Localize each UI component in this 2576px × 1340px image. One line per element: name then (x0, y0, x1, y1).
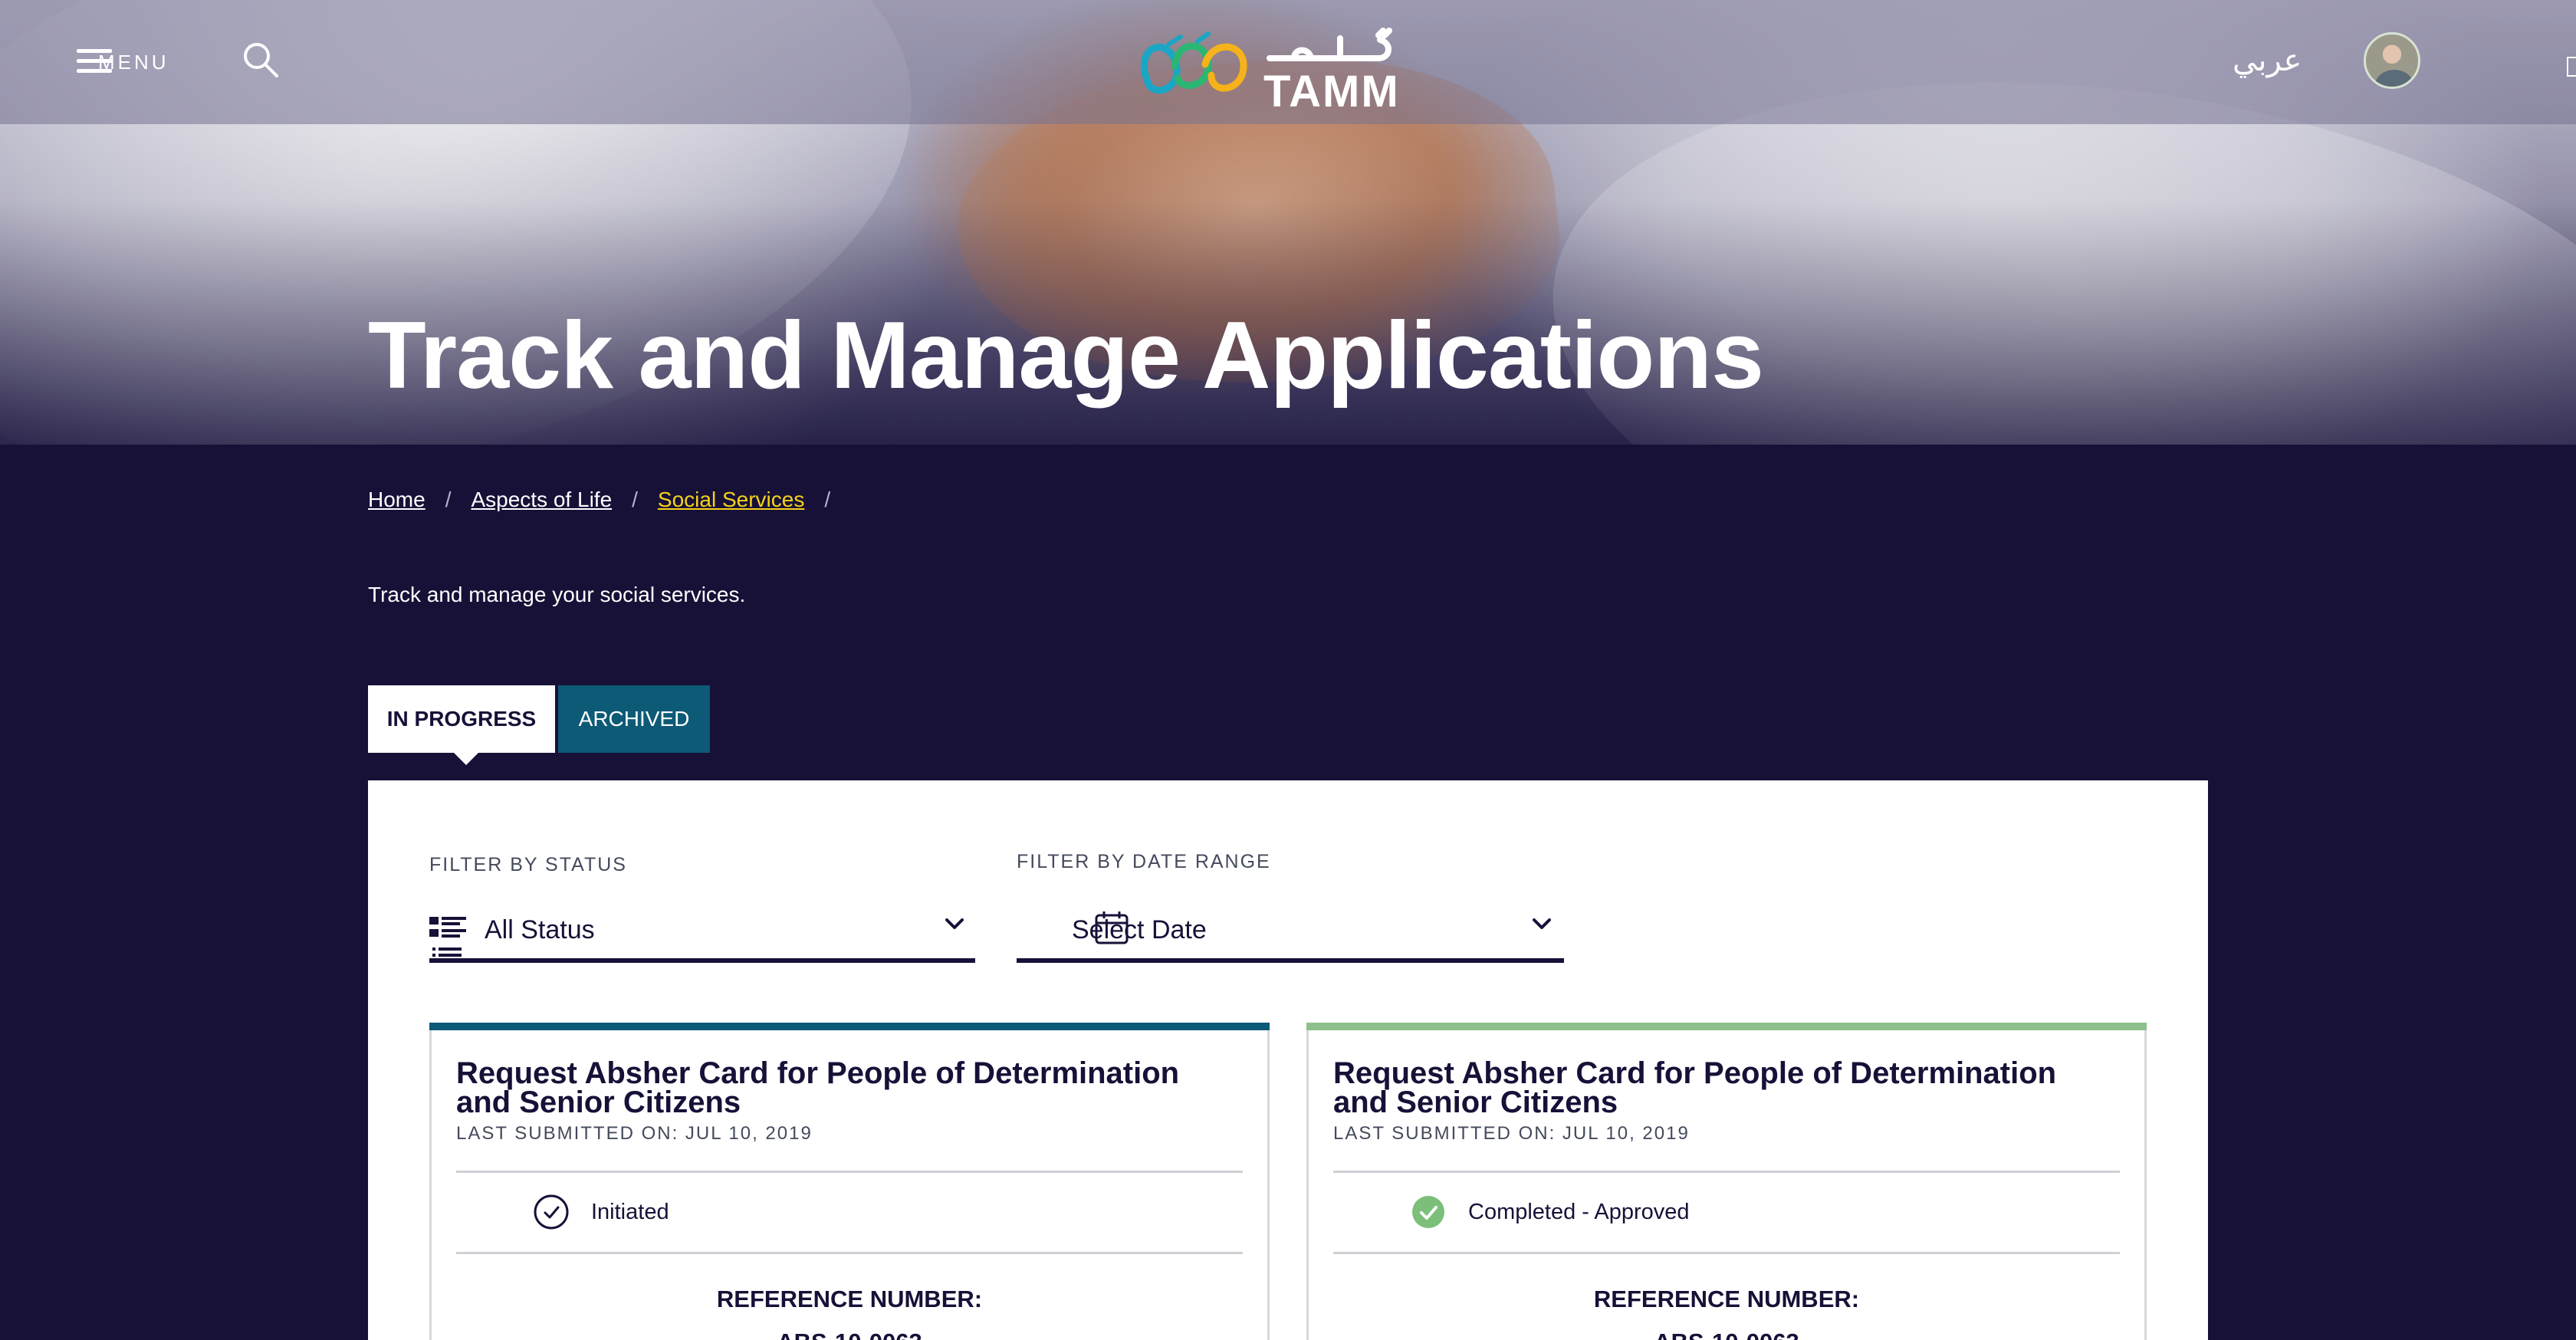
menu-button[interactable]: MENU (77, 44, 166, 80)
divider (456, 1171, 1243, 1173)
check-circle-outline-icon (534, 1194, 569, 1230)
side-panel-edge-icon[interactable] (2567, 57, 2576, 77)
calendar-icon (1095, 911, 1129, 944)
date-range-filter-select[interactable]: Select Date (1017, 892, 1564, 963)
check-circle-filled-icon (1412, 1196, 1444, 1228)
filter-date-label: FILTER BY DATE RANGE (1017, 851, 1271, 872)
tab-in-progress[interactable]: IN PROGRESS (368, 685, 555, 765)
card-title: Request Absher Card for People of Determ… (456, 1056, 1180, 1119)
logo-text: TAMM (1263, 67, 1400, 117)
divider (1333, 1252, 2120, 1254)
page-title: Track and Manage Applications (368, 303, 1764, 409)
filter-status-label: FILTER BY STATUS (429, 854, 627, 875)
list-filter-icon (429, 917, 466, 957)
menu-label: MENU (98, 50, 169, 74)
search-icon[interactable] (241, 40, 281, 80)
chevron-down-icon (1533, 918, 1551, 929)
application-card[interactable]: Request Absher Card for People of Determ… (1306, 1023, 2147, 1340)
reference-number-label: REFERENCE NUMBER: (1593, 1286, 1860, 1312)
breadcrumb: Home / Aspects of Life / Social Services… (368, 488, 850, 512)
breadcrumb-separator: / (824, 488, 831, 511)
card-title: Request Absher Card for People of Determ… (1333, 1056, 2057, 1119)
tab-archived[interactable]: ARCHIVED (558, 685, 710, 753)
breadcrumb-separator: / (632, 488, 638, 511)
application-card[interactable]: Request Absher Card for People of Determ… (429, 1023, 1270, 1340)
date-filter-value: Select Date (1072, 915, 1207, 944)
card-submitted-date: LAST SUBMITTED ON: JUL 10, 2019 (1333, 1123, 1690, 1144)
tamm-logo[interactable]: TAMM (1138, 21, 1398, 117)
tamm-logo-mark-icon (1140, 31, 1247, 94)
status-filter-select[interactable]: All Status (429, 892, 975, 963)
divider (1333, 1171, 2120, 1173)
breadcrumb-social-services[interactable]: Social Services (658, 488, 804, 512)
status-text: Completed - Approved (1468, 1199, 1690, 1224)
status-filter-value: All Status (485, 915, 595, 944)
card-status: Completed - Approved (1410, 1194, 1690, 1230)
card-accent-bar (1306, 1023, 2147, 1030)
card-status: Initiated (533, 1194, 669, 1230)
reference-number-label: REFERENCE NUMBER: (716, 1286, 983, 1312)
card-accent-bar (429, 1023, 1270, 1030)
divider (456, 1252, 1243, 1254)
reference-number-value: ABS-10-0063 (1309, 1329, 2144, 1340)
status-text: Initiated (591, 1199, 669, 1224)
intro-text: Track and manage your social services. (368, 583, 746, 606)
chevron-down-icon (945, 918, 964, 929)
breadcrumb-separator: / (445, 488, 452, 511)
applications-panel: FILTER BY STATUS All Status FILTER BY DA… (368, 780, 2208, 1340)
card-submitted-date: LAST SUBMITTED ON: JUL 10, 2019 (456, 1123, 813, 1144)
logo-arabic-wordmark-icon (1267, 28, 1392, 61)
top-navigation-bar: MENU TAMM عربي (0, 0, 2576, 124)
breadcrumb-aspects-of-life[interactable]: Aspects of Life (471, 488, 612, 512)
breadcrumb-home[interactable]: Home (368, 488, 426, 512)
user-avatar[interactable] (2364, 32, 2420, 89)
reference-number-value: ABS-10-0063 (432, 1329, 1267, 1340)
application-tabs: IN PROGRESS ARCHIVED (368, 685, 710, 765)
language-switch[interactable]: عربي (2233, 43, 2302, 78)
